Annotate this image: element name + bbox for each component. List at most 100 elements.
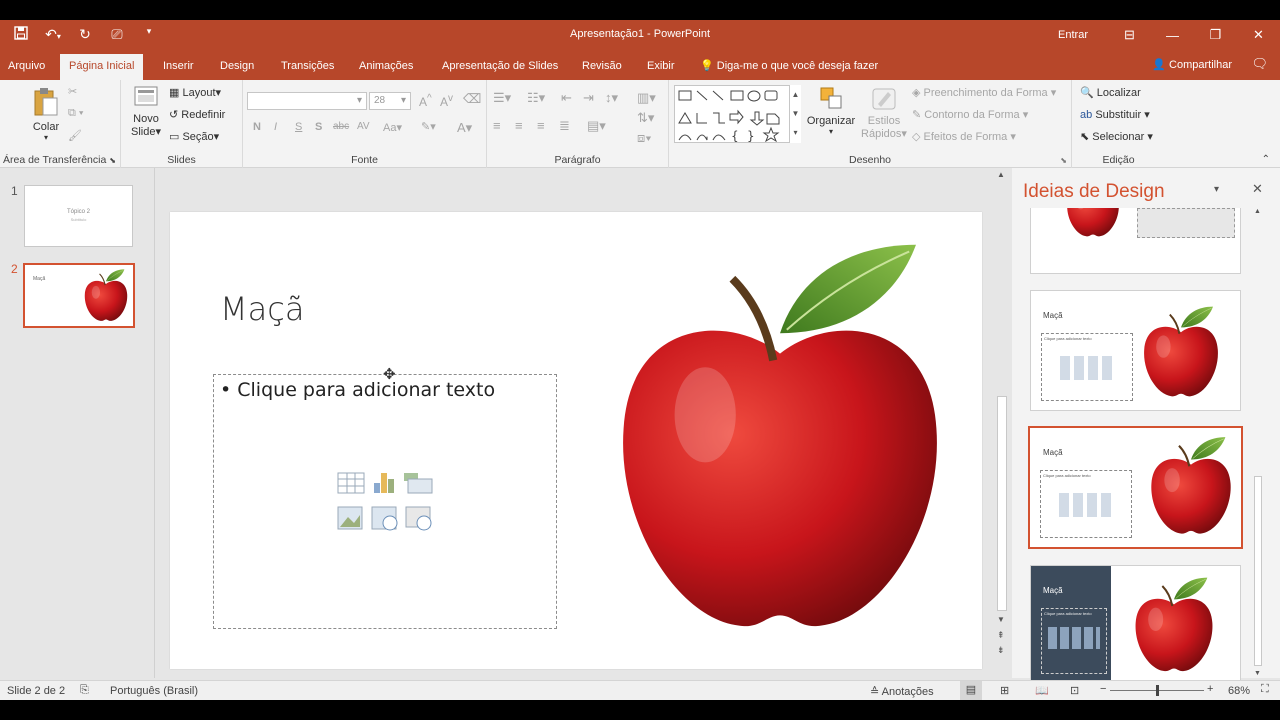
cut-icon[interactable]: ✂: [68, 85, 77, 98]
shapes-gallery[interactable]: {}: [674, 85, 801, 143]
signin-link[interactable]: Entrar: [1058, 29, 1088, 41]
slideshow-view-icon[interactable]: ⊡: [1070, 684, 1079, 697]
format-painter-icon[interactable]: 🖌: [68, 129, 82, 142]
change-case-button[interactable]: Aa▾: [383, 121, 402, 134]
bullets-icon[interactable]: ☰▾: [493, 90, 511, 106]
language-indicator[interactable]: Português (Brasil): [110, 685, 198, 697]
share-button[interactable]: 👤 Compartilhar: [1152, 58, 1232, 71]
previous-slide-icon[interactable]: ⇞: [997, 630, 1005, 641]
comment-icon[interactable]: 🗨: [1251, 56, 1268, 72]
slide-title[interactable]: Maçã: [220, 290, 304, 328]
collapse-ribbon-icon[interactable]: ⌃: [1262, 154, 1270, 165]
zoom-in-icon[interactable]: +: [1207, 683, 1213, 695]
tab-pagina-inicial[interactable]: Página Inicial: [60, 54, 144, 80]
section-button[interactable]: ▭ Seção▾: [169, 130, 219, 143]
ribbon-display-options-icon[interactable]: ⊟: [1108, 27, 1151, 43]
apple-picture[interactable]: [610, 232, 950, 652]
clear-format-icon[interactable]: ⌫: [463, 91, 481, 107]
tab-arquivo[interactable]: Arquivo: [8, 56, 45, 80]
copy-icon[interactable]: ⧉ ▾: [68, 107, 84, 120]
slide-sorter-icon[interactable]: ⊞: [1000, 684, 1009, 697]
pane-options-icon[interactable]: ▾: [1214, 184, 1219, 195]
font-name-input[interactable]: ▾: [247, 92, 367, 110]
design-idea-3[interactable]: Maçã Clique para adicionar texto: [1030, 565, 1241, 685]
tab-revisao[interactable]: Revisão: [582, 56, 622, 80]
notes-button[interactable]: ≙ Anotações: [870, 685, 934, 698]
spellcheck-icon[interactable]: ⎘: [80, 684, 89, 697]
zoom-level[interactable]: 68%: [1228, 685, 1250, 697]
select-button[interactable]: ⬉ Selecionar ▾: [1080, 130, 1153, 143]
slide-canvas[interactable]: Maçã • Clique para adicionar texto ✥: [170, 212, 982, 669]
normal-view-icon[interactable]: ▤: [960, 681, 982, 700]
tab-transicoes[interactable]: Transições: [281, 56, 334, 80]
char-spacing-button[interactable]: AV: [357, 121, 370, 132]
close-pane-icon[interactable]: ✕: [1252, 181, 1263, 197]
design-pane-scrollbar[interactable]: ▲ ▼: [1252, 208, 1264, 678]
layout-button[interactable]: ▦ Layout▾: [169, 86, 221, 99]
shapes-scroll[interactable]: ▲ ▼ ▾: [789, 85, 801, 143]
replace-button[interactable]: ab Substituir ▾: [1080, 108, 1150, 121]
tell-me-box[interactable]: 💡 Diga-me o que você deseja fazer: [700, 56, 878, 80]
design-scroll-down-icon[interactable]: ▼: [1254, 670, 1261, 677]
next-slide-icon[interactable]: ⇟: [997, 645, 1005, 656]
justify-icon[interactable]: ≣: [559, 118, 570, 134]
align-center-icon[interactable]: ≡: [515, 118, 523, 133]
shrink-font-icon[interactable]: Av: [440, 93, 453, 109]
zoom-slider-thumb[interactable]: [1156, 685, 1159, 696]
design-idea-2-selected[interactable]: Maçã Clique para adicionar texto: [1028, 426, 1243, 549]
content-placeholder[interactable]: • Clique para adicionar texto: [213, 374, 557, 629]
tab-exibir[interactable]: Exibir: [647, 56, 675, 80]
scroll-up-icon[interactable]: ▲: [997, 170, 1005, 179]
drawing-launcher-icon[interactable]: ⬊: [1060, 156, 1067, 165]
slide-vertical-scrollbar[interactable]: ▲ ▼ ⇞ ⇟: [995, 168, 1009, 660]
grow-font-icon[interactable]: A^: [419, 93, 432, 109]
shadow-button[interactable]: S: [315, 121, 322, 133]
bold-button[interactable]: N: [253, 121, 261, 133]
tab-apresentacao[interactable]: Apresentação de Slides: [442, 56, 558, 80]
close-icon[interactable]: ✕: [1237, 27, 1280, 43]
zoom-slider[interactable]: [1110, 685, 1204, 696]
scroll-down-icon[interactable]: ▼: [997, 615, 1005, 624]
find-button[interactable]: 🔍 Localizar: [1080, 86, 1141, 99]
line-spacing-icon[interactable]: ↕▾: [605, 90, 618, 106]
underline-button[interactable]: S: [295, 121, 302, 133]
increase-indent-icon[interactable]: ⇥: [583, 90, 594, 106]
design-scroll-up-icon[interactable]: ▲: [1254, 208, 1261, 215]
design-scroll-thumb[interactable]: [1254, 476, 1262, 666]
new-slide-label-2: Slide: [131, 126, 156, 138]
font-size-input[interactable]: 28 ▾: [369, 92, 411, 110]
smartart-icon[interactable]: ⧈▾: [637, 130, 652, 146]
zoom-out-icon[interactable]: −: [1100, 683, 1106, 695]
columns-icon[interactable]: ▥▾: [637, 90, 656, 106]
strikethrough-button[interactable]: abc: [333, 121, 349, 132]
slide-thumbnail-1[interactable]: Tópico 2 Subtítulo: [24, 185, 133, 247]
minimize-icon[interactable]: —: [1151, 28, 1194, 43]
new-slide-button[interactable]: Novo Slide▾: [129, 84, 163, 138]
align-right-icon[interactable]: ≡: [537, 118, 545, 133]
fit-to-window-icon[interactable]: ⛶: [1261, 683, 1269, 696]
tab-design[interactable]: Design: [220, 56, 254, 80]
shape-outline-button[interactable]: ✎ Contorno da Forma ▾: [912, 108, 1028, 121]
shape-fill-button[interactable]: ◈ Preenchimento da Forma ▾: [912, 86, 1056, 99]
design-idea-partial[interactable]: [1030, 208, 1241, 274]
text-direction-icon[interactable]: ⇅▾: [637, 110, 654, 126]
tab-animacoes[interactable]: Animações: [359, 56, 413, 80]
text-columns-icon[interactable]: ▤▾: [587, 118, 606, 134]
slide-thumbnail-2[interactable]: Maçã: [23, 263, 135, 328]
reset-button[interactable]: ↺ Redefinir: [169, 108, 225, 121]
numbering-icon[interactable]: ☷▾: [527, 90, 545, 106]
design-idea-1[interactable]: Maçã Clique para adicionar texto: [1030, 290, 1241, 411]
quick-styles-button[interactable]: Estilos Rápidos▾: [861, 86, 907, 140]
paste-button[interactable]: Colar ▾: [28, 86, 64, 142]
shape-effects-button[interactable]: ◇ Efeitos de Forma ▾: [912, 130, 1016, 143]
decrease-indent-icon[interactable]: ⇤: [561, 90, 572, 106]
font-color-icon[interactable]: A▾: [457, 120, 472, 136]
tab-inserir[interactable]: Inserir: [163, 56, 194, 80]
reading-view-icon[interactable]: 📖: [1035, 684, 1049, 697]
arrange-button[interactable]: Organizar ▾: [805, 86, 857, 136]
restore-icon[interactable]: ❐: [1194, 27, 1237, 43]
highlight-icon[interactable]: ✎▾: [421, 120, 436, 133]
scroll-thumb[interactable]: [997, 396, 1007, 611]
align-left-icon[interactable]: ≡: [493, 118, 501, 133]
italic-button[interactable]: I: [274, 121, 277, 133]
